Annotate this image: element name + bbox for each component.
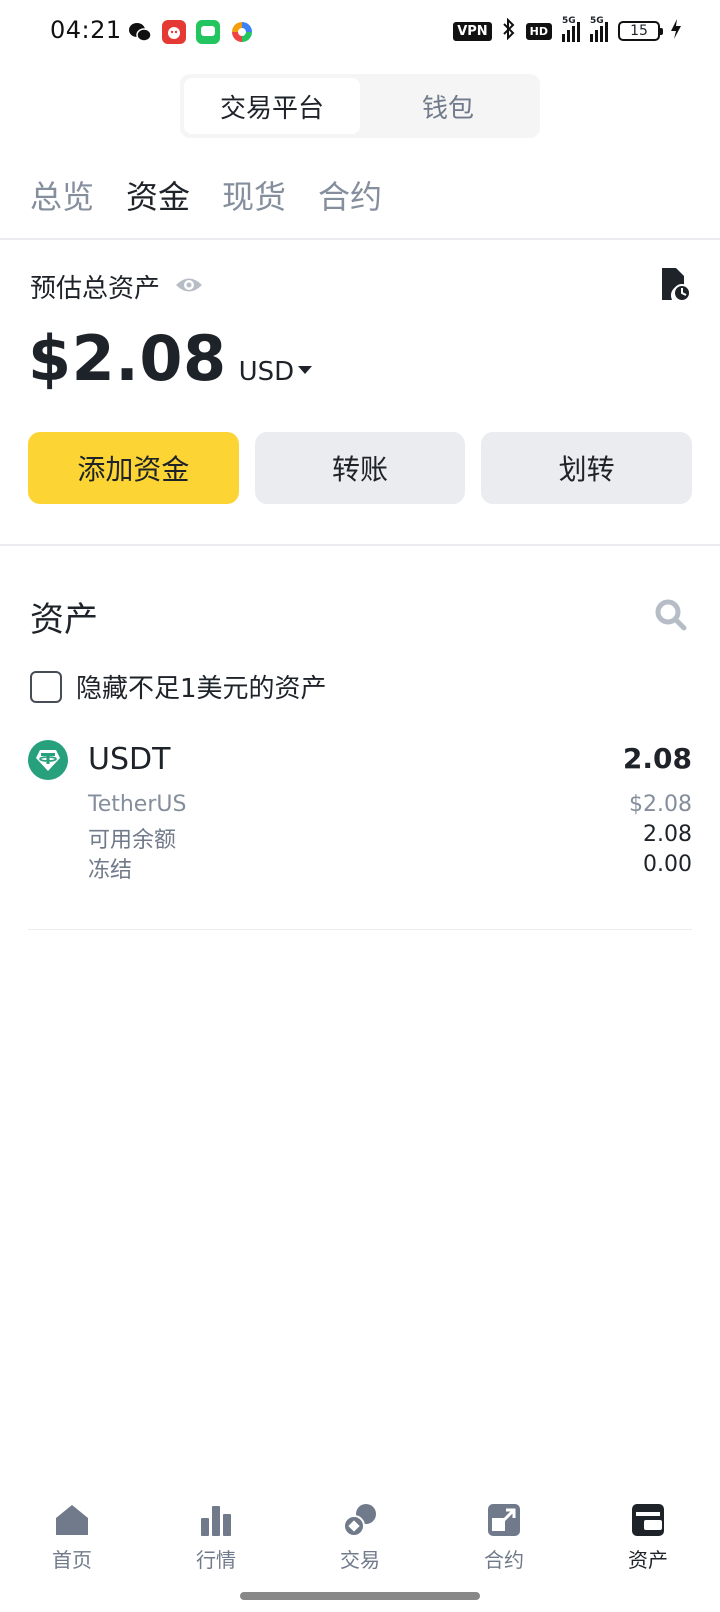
total-balance: $2.08 xyxy=(28,322,227,395)
available-value: 2.08 xyxy=(643,822,692,847)
red-app-icon xyxy=(162,20,186,44)
futures-icon xyxy=(488,1504,520,1536)
coin-symbol: USDT xyxy=(88,742,171,777)
platform-segmented-control: 交易平台 钱包 xyxy=(180,74,540,138)
currency-label: USD xyxy=(238,357,295,387)
nav-assets[interactable]: 资产 xyxy=(576,1496,720,1586)
nav-label: 行情 xyxy=(196,1548,236,1572)
bottom-navigation: 首页 行情 交易 合约 资产 xyxy=(0,1496,720,1586)
status-indicators: VPN HD 5G 5G 15 xyxy=(453,16,682,44)
trade-icon xyxy=(343,1504,376,1537)
nav-markets[interactable]: 行情 xyxy=(144,1496,288,1586)
history-icon[interactable] xyxy=(658,266,691,302)
segment-exchange[interactable]: 交易平台 xyxy=(184,78,360,134)
coin-amount: 2.08 xyxy=(622,742,692,775)
divider xyxy=(0,238,720,240)
assets-title: 资产 xyxy=(30,600,98,640)
estimated-balance-header: 预估总资产 xyxy=(30,268,204,305)
markets-icon xyxy=(201,1506,231,1536)
segment-wallet[interactable]: 钱包 xyxy=(360,78,536,134)
nav-label: 交易 xyxy=(340,1548,380,1572)
asset-item-usdt[interactable]: USDT 2.08 TetherUS $2.08 可用余额 2.08 冻结 0.… xyxy=(28,738,692,930)
vpn-badge: VPN xyxy=(453,21,492,41)
signal-icon-1: 5G xyxy=(562,16,580,42)
nav-trade[interactable]: 交易 xyxy=(288,1496,432,1586)
currency-selector[interactable]: USD xyxy=(239,357,313,387)
available-label: 可用余额 xyxy=(88,828,177,853)
notification-icons xyxy=(128,20,254,44)
tether-icon xyxy=(28,740,68,780)
charging-icon xyxy=(670,18,682,44)
section-divider xyxy=(0,544,720,546)
hd-badge: HD xyxy=(525,22,552,40)
status-time: 04:21 xyxy=(50,16,122,44)
tab-overview[interactable]: 总览 xyxy=(30,172,94,218)
estimated-balance-label: 预估总资产 xyxy=(30,274,161,304)
nav-label: 合约 xyxy=(484,1548,524,1572)
nav-futures[interactable]: 合约 xyxy=(432,1496,576,1586)
nav-label: 首页 xyxy=(52,1548,92,1572)
wechat-icon xyxy=(128,20,152,44)
coin-usd-value: $2.08 xyxy=(629,792,692,817)
coin-name: TetherUS xyxy=(88,792,187,817)
battery-icon: 15 xyxy=(618,21,663,41)
bluetooth-icon xyxy=(502,17,516,44)
status-bar: 04:21 VPN HD 5G 5G 15 xyxy=(0,0,720,64)
nav-home[interactable]: 首页 xyxy=(0,1496,144,1586)
hide-small-assets-label: 隐藏不足1美元的资产 xyxy=(76,674,327,704)
wallet-icon xyxy=(632,1504,664,1536)
caret-down-icon xyxy=(298,366,313,374)
home-icon xyxy=(56,1505,88,1535)
action-buttons: 添加资金 转账 划转 xyxy=(28,432,693,504)
tab-spot[interactable]: 现货 xyxy=(222,172,286,218)
colorful-app-icon xyxy=(230,20,254,44)
home-indicator[interactable] xyxy=(240,1592,480,1600)
nav-label: 资产 xyxy=(628,1548,668,1572)
messages-icon xyxy=(196,20,220,44)
frozen-label: 冻结 xyxy=(88,858,133,883)
add-funds-button[interactable]: 添加资金 xyxy=(28,432,239,504)
send-button[interactable]: 转账 xyxy=(254,432,466,504)
balance-row: $2.08 USD xyxy=(28,322,313,395)
frozen-value: 0.00 xyxy=(643,852,692,877)
signal-icon-2: 5G xyxy=(590,16,608,42)
hide-small-assets-checkbox[interactable] xyxy=(30,670,62,703)
hide-small-assets-row[interactable]: 隐藏不足1美元的资产 xyxy=(30,668,327,705)
search-icon[interactable] xyxy=(654,598,688,632)
eye-icon[interactable] xyxy=(174,274,204,300)
tab-funding[interactable]: 资金 xyxy=(126,172,190,218)
tab-futures[interactable]: 合约 xyxy=(318,172,382,218)
transfer-button[interactable]: 划转 xyxy=(481,432,693,504)
account-tabs: 总览 资金 现货 合约 xyxy=(30,172,382,218)
